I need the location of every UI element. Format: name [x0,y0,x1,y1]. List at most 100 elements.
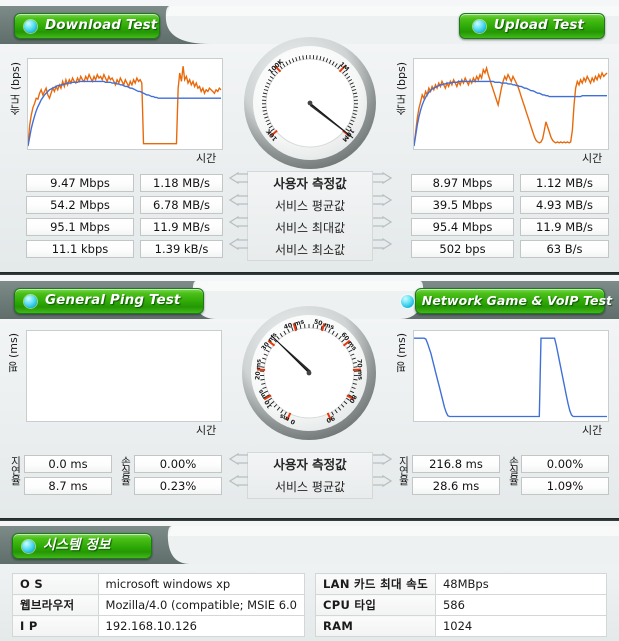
download-cell-min-bytes: 1.39 kB/s [140,240,223,258]
sysinfo-value-lan: 48MBps [434,573,608,595]
upload-cell-avg-bps: 39.5 Mbps [411,196,514,214]
ping-loss-label: 손실율 [119,456,132,485]
sysinfo-value-os: microsoft windows xp [97,573,306,595]
arrow-right-icon-group [373,171,393,251]
ping-latency-label: 지연율 [9,456,22,485]
sysinfo-value-browser: Mozilla/4.0 (compatible; MSIE 6.0 [97,594,306,616]
panel-system-info: 시스템 정보 O S microsoft windows xp 웹브라우저 Mo… [0,521,619,641]
game-y-axis-label: 핑 (ms) [395,333,408,373]
tab-download-label: Download Test [45,17,158,34]
speed-legend-user: 사용자 측정값 [273,176,347,191]
ping-graph-plot [27,331,221,421]
table-row: 웹브라우저 Mozilla/4.0 (compatible; MSIE 6.0 [12,594,306,616]
ping-gauge: 0 ms 10 ms 20 ms 30 ms 40 ms 50 ms 60 ms 70 ms 8… [241,305,377,441]
sysinfo-key-browser: 웹브라우저 [12,594,99,616]
game-cell-loss-avg: 1.09% [521,477,609,495]
table-row: LAN 카드 최대 속도 48MBps [315,573,608,595]
upload-x-axis-label: 시간 [582,152,603,165]
tab-game-label: Network Game & VoIP Test [421,292,613,308]
download-cell-avg-bytes: 6.78 MB/s [140,196,223,214]
speed-gauge-dial: 10K100K 1M10M [244,37,376,169]
game-loss-label: 손실율 [507,456,520,485]
tab-upload-test[interactable]: Upload Test [459,13,605,39]
upload-cell-min-bps: 502 bps [411,240,514,258]
game-cell-latency-user: 216.8 ms [412,455,500,473]
sysinfo-key-ip: I P [12,615,99,637]
sysinfo-value-cpu: 586 [434,594,608,616]
ping-gauge-dial: 0 ms10 ms20 ms30 ms40 ms 50 ms60 ms70 ms8… [242,306,376,440]
download-graph-plot [28,66,222,147]
download-cell-max-bytes: 11.9 MB/s [140,218,223,236]
arrow-left-icon-group [228,452,248,488]
ping-cell-latency-user: 0.0 ms [24,455,112,473]
status-dot-icon [472,19,486,33]
game-x-axis-label: 시간 [582,424,603,437]
status-dot-icon [24,19,37,33]
speed-legend-avg: 서비스 평균값 [274,199,346,213]
table-row: O S microsoft windows xp [12,573,306,595]
ping-cell-loss-avg: 0.23% [134,477,222,495]
download-cell-user-bps: 9.47 Mbps [26,174,134,192]
speed-legend-left-arrows [228,171,250,264]
tab-network-game-voip-test[interactable]: Network Game & VoIP Test [400,288,612,314]
speed-legend-max: 서비스 최대값 [274,221,346,235]
status-dot-icon [24,294,37,308]
download-cell-avg-bps: 54.2 Mbps [26,196,134,214]
sysinfo-key-lan: LAN 카드 최대 속도 [315,573,436,595]
panel-ping-test: General Ping Test Network Game & VoIP Te… [0,275,619,518]
speed-test-app: Download Test Upload Test 속도 (bps) 시간 속도… [0,0,619,641]
download-cell-min-bps: 11.1 kbps [26,240,134,258]
tab-general-ping-test[interactable]: General Ping Test [14,288,204,314]
tab-system-info[interactable]: 시스템 정보 [12,533,152,559]
system-info-left-body: O S microsoft windows xp 웹브라우저 Mozilla/4… [12,573,306,637]
upload-cell-user-bytes: 1.12 MB/s [520,174,609,192]
tab-ping-label: General Ping Test [45,292,181,309]
speed-legend-min: 서비스 최소값 [274,243,346,257]
upload-cell-avg-bytes: 4.93 MB/s [520,196,609,214]
game-cell-latency-avg: 28.6 ms [412,477,500,495]
tab-download-test[interactable]: Download Test [14,13,160,39]
upload-cell-min-bytes: 63 B/s [520,240,609,258]
game-latency-label: 지연율 [397,456,410,485]
svg-text:70 ms: 70 ms [355,359,363,381]
upload-cell-user-bps: 8.97 Mbps [411,174,514,192]
sysinfo-value-ip: 192.168.10.126 [97,615,306,637]
ping-x-axis-label: 시간 [196,424,217,437]
download-x-axis-label: 시간 [196,152,217,165]
download-cell-max-bps: 95.1 Mbps [26,218,134,236]
download-y-axis-label: 속도 (bps) [9,62,22,116]
upload-y-axis-label: 속도 (bps) [395,62,408,116]
ping-cell-latency-avg: 8.7 ms [24,477,112,495]
tab-upload-label: Upload Test [493,17,585,34]
table-row: CPU 타입 586 [315,594,608,616]
game-graph [413,330,609,422]
ping-cell-loss-user: 0.00% [134,455,222,473]
status-dot-icon [400,294,414,308]
arrow-right-icon-group [373,452,393,488]
speed-gauge: 10K 100K 1M 10M [243,36,377,170]
svg-text:20 ms: 20 ms [254,359,262,381]
system-info-table-left: O S microsoft windows xp 웹브라우저 Mozilla/4… [12,573,306,637]
upload-graph [413,58,609,150]
sysinfo-key-cpu: CPU 타입 [315,594,436,616]
game-graph-plot [414,337,608,418]
tab-system-info-label: 시스템 정보 [43,537,111,554]
sysinfo-value-ram: 1024 [434,615,608,637]
upload-graph-plot [414,65,608,147]
system-info-table-right: LAN 카드 최대 속도 48MBps CPU 타입 586 RAM 1024 [315,573,608,637]
arrow-left-icon-group [228,171,248,251]
table-row: RAM 1024 [315,615,608,637]
upload-cell-max-bps: 95.4 Mbps [411,218,514,236]
status-dot-icon [22,539,35,553]
game-cell-loss-user: 0.00% [521,455,609,473]
sysinfo-key-ram: RAM [315,615,436,637]
ping-legend-right-arrows [371,452,393,501]
system-info-right-body: LAN 카드 최대 속도 48MBps CPU 타입 586 RAM 1024 [315,573,608,637]
sysinfo-key-os: O S [12,573,99,595]
ping-legend-left-arrows [228,452,250,501]
speed-legend-right-arrows [371,171,393,264]
table-row: I P 192.168.10.126 [12,615,306,637]
upload-cell-max-bytes: 11.9 MB/s [520,218,609,236]
ping-legend-avg: 서비스 평균값 [274,480,346,494]
panel-speed-test: Download Test Upload Test 속도 (bps) 시간 속도… [0,0,619,272]
